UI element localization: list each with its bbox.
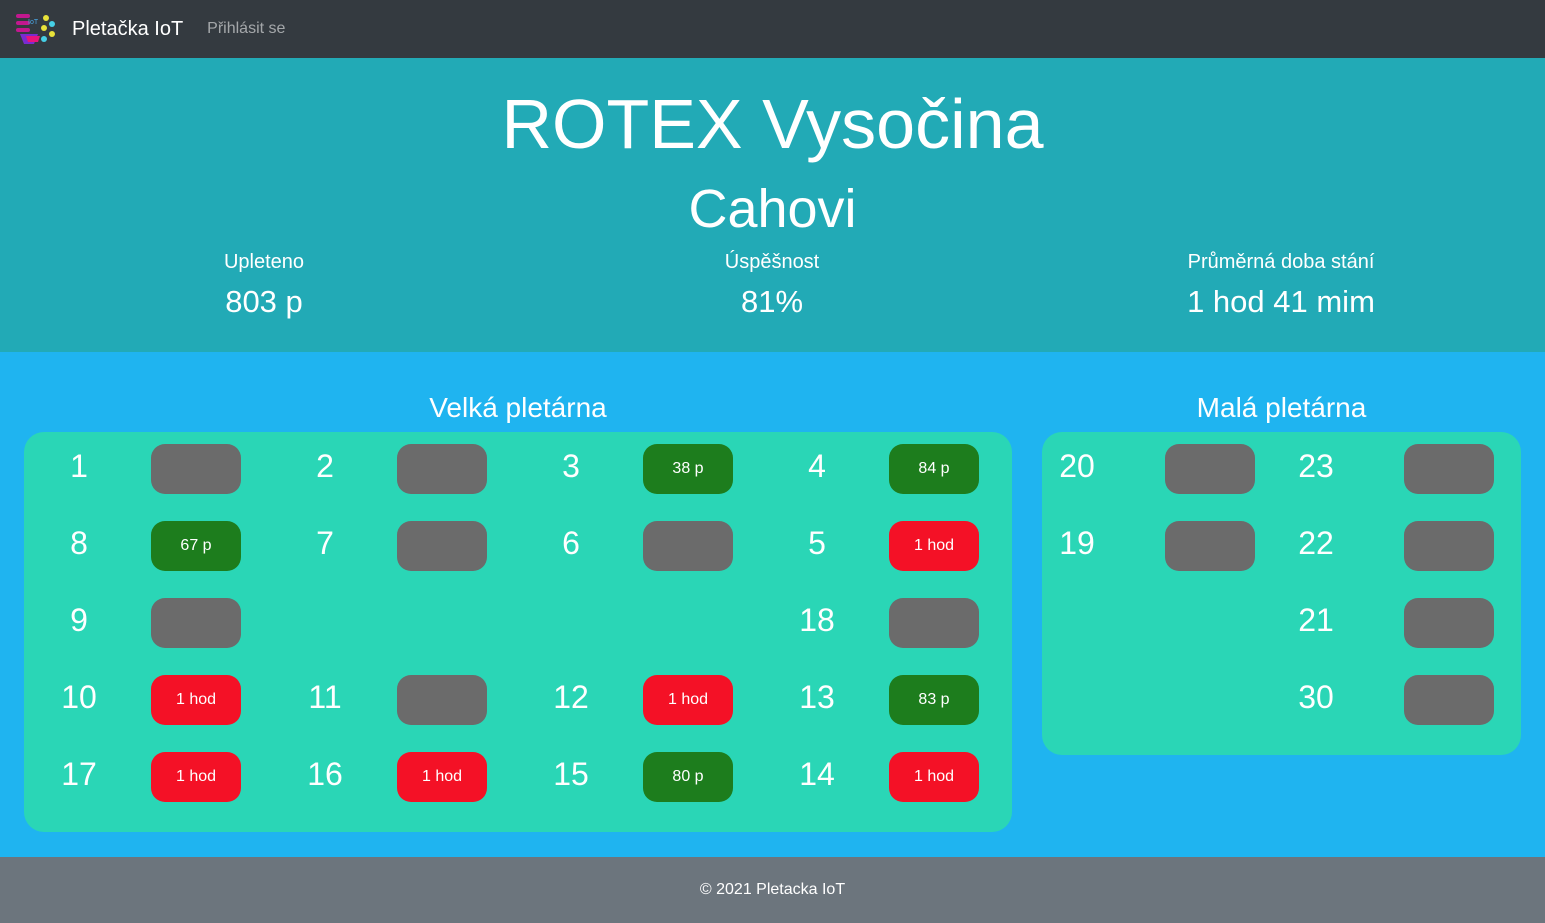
machine-status-button[interactable] xyxy=(643,521,733,571)
machine-status-button[interactable] xyxy=(397,444,487,494)
svg-text:IoT: IoT xyxy=(28,19,39,26)
machine-status-button[interactable] xyxy=(1165,521,1255,571)
machine-number: 11 xyxy=(308,679,342,715)
machine-status-button[interactable]: 38 p xyxy=(643,444,733,494)
machine-status-button[interactable] xyxy=(151,598,241,648)
machine-status-button[interactable] xyxy=(1404,444,1494,494)
stat-label: Průměrná doba stání xyxy=(1187,251,1375,273)
machine-status-button[interactable] xyxy=(1404,598,1494,648)
machine-number: 1 xyxy=(70,448,88,484)
machine-number: 3 xyxy=(562,448,580,484)
machine-number: 21 xyxy=(1298,602,1334,638)
machine-number: 2 xyxy=(316,448,334,484)
machine-status-button[interactable]: 1 hod xyxy=(397,752,487,802)
machine-number: 16 xyxy=(307,756,343,792)
machine-status-button[interactable] xyxy=(397,521,487,571)
machine-status-button[interactable] xyxy=(1404,675,1494,725)
machine-status-button[interactable] xyxy=(1165,444,1255,494)
machine-status-button[interactable] xyxy=(1404,521,1494,571)
machine-number: 15 xyxy=(553,756,589,792)
footer: © 2021 Pletacka IoT xyxy=(0,857,1545,923)
stat-success-rate: Úspěšnost 81% xyxy=(572,248,972,324)
machine-number: 8 xyxy=(70,525,88,561)
machine-number: 7 xyxy=(316,525,334,561)
pletacka-logo-icon[interactable]: IoT xyxy=(14,12,58,46)
machine-number: 9 xyxy=(70,602,88,638)
stat-label: Upleteno xyxy=(223,251,305,273)
machine-status-button[interactable] xyxy=(889,598,979,648)
machine-status-button[interactable]: 1 hod xyxy=(643,675,733,725)
machine-number: 5 xyxy=(808,525,826,561)
stat-knitted: Upleteno 803 p xyxy=(64,248,464,324)
stat-value: 803 p xyxy=(225,284,303,319)
halls-section: Velká pletárna 1 2 3 38 p 4 84 p 8 67 p7651 hod… xyxy=(0,352,1545,857)
machine-number: 23 xyxy=(1298,448,1334,484)
machine-number: 10 xyxy=(61,679,97,715)
machine-status-button[interactable] xyxy=(151,444,241,494)
login-link[interactable]: Přihlásit se xyxy=(207,20,285,38)
machine-status-button[interactable]: 84 p xyxy=(889,444,979,494)
machine-status-button[interactable]: 67 p xyxy=(151,521,241,571)
machine-status-button[interactable]: 80 p xyxy=(643,752,733,802)
company-title: ROTEX Vysočina xyxy=(501,85,1044,163)
machine-status-button[interactable]: 1 hod xyxy=(151,752,241,802)
footer-copyright: © 2021 Pletacka IoT xyxy=(699,881,846,898)
machine-status-button[interactable] xyxy=(397,675,487,725)
machine-status-button[interactable]: 83 p xyxy=(889,675,979,725)
hall-small: 20 23 19 22 21 30 xyxy=(1042,432,1521,755)
machine-number: 17 xyxy=(61,756,97,792)
stat-value: 81% xyxy=(740,284,804,319)
hero-section: ROTEX Vysočina Cahovi Upleteno 803 p Úsp… xyxy=(0,58,1545,352)
stat-label: Úspěšnost xyxy=(724,251,820,273)
hall-large: 1 2 3 38 p 4 84 p 8 67 p7651 hod 9 18 10 1 hod 11 12 1… xyxy=(24,432,1012,832)
stat-average-downtime: Průměrná doba stání 1 hod 41 mim xyxy=(1081,248,1481,324)
machine-number: 6 xyxy=(562,525,580,561)
machine-number: 12 xyxy=(553,679,589,715)
machine-number: 13 xyxy=(799,679,835,715)
machine-number: 30 xyxy=(1298,679,1334,715)
hall-title-small: Malá pletárna xyxy=(1196,392,1367,423)
machine-status-button[interactable]: 1 hod xyxy=(889,752,979,802)
navbar: IoT Pletačka IoT Přihlásit se xyxy=(0,0,1545,58)
machine-number: 18 xyxy=(799,602,835,638)
stat-value: 1 hod 41 mim xyxy=(1187,284,1375,319)
machine-number: 14 xyxy=(799,756,835,792)
machine-number: 4 xyxy=(808,448,826,484)
team-subtitle: Cahovi xyxy=(688,179,857,239)
hall-title-large: Velká pletárna xyxy=(429,392,607,423)
machine-status-button[interactable]: 1 hod xyxy=(889,521,979,571)
machine-number: 19 xyxy=(1059,525,1095,561)
machine-number: 20 xyxy=(1059,448,1095,484)
machine-number: 22 xyxy=(1298,525,1334,561)
navbar-brand[interactable]: Pletačka IoT xyxy=(72,18,183,41)
machine-status-button[interactable]: 1 hod xyxy=(151,675,241,725)
